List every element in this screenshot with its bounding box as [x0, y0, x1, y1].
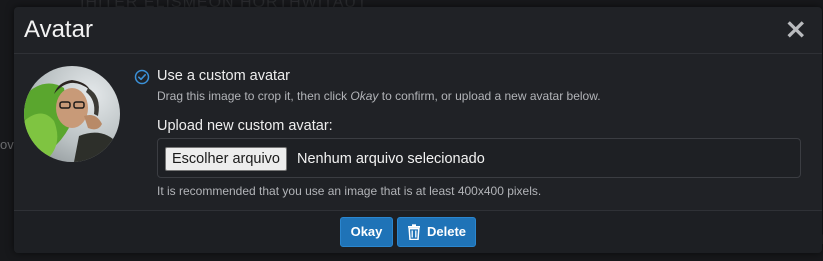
crop-hint-text: Drag this image to crop it, then click: [157, 89, 351, 103]
dialog-footer: Okay Delete: [14, 210, 822, 253]
okay-button[interactable]: Okay: [340, 217, 393, 247]
avatar-preview[interactable]: [24, 66, 120, 162]
custom-avatar-label: Use a custom avatar: [157, 68, 290, 84]
delete-button[interactable]: Delete: [397, 217, 476, 247]
crop-hint-text-end: to confirm, or upload a new avatar below…: [378, 89, 601, 103]
background-text-left: ov: [0, 137, 14, 152]
close-icon[interactable]: ×: [784, 15, 807, 43]
dialog-header: Avatar ×: [14, 7, 822, 54]
crop-hint-okay: Okay: [350, 89, 379, 103]
crop-hint: Drag this image to crop it, then click O…: [157, 89, 601, 103]
avatar-image: [24, 66, 120, 162]
upload-label: Upload new custom avatar:: [157, 118, 333, 134]
file-input[interactable]: Escolher arquivo Nenhum arquivo selecion…: [157, 138, 801, 178]
dialog-title: Avatar: [24, 16, 93, 43]
file-status: Nenhum arquivo selecionado: [297, 151, 485, 167]
check-circle-icon[interactable]: [134, 69, 150, 85]
choose-file-button[interactable]: Escolher arquivo: [165, 147, 287, 171]
avatar-dialog: Avatar × Use a custom avatar Drag this i…: [14, 7, 822, 253]
dialog-body: Use a custom avatar Drag this image to c…: [14, 54, 822, 210]
size-recommendation: It is recommended that you use an image …: [157, 184, 542, 198]
trash-icon: [408, 224, 420, 240]
delete-label: Delete: [427, 224, 467, 239]
